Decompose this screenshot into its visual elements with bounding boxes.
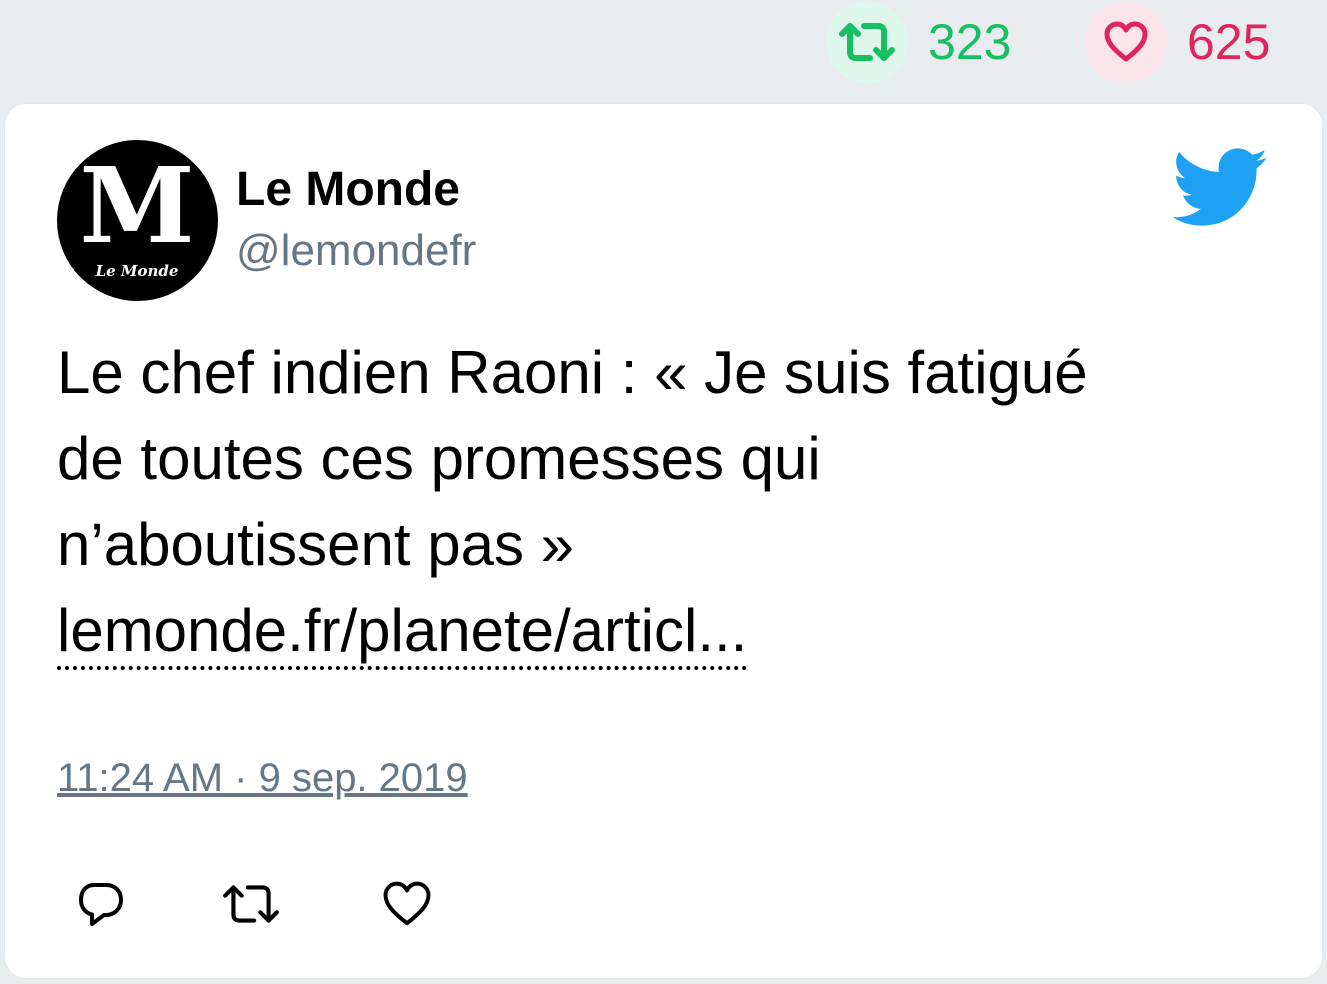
retweet-icon (223, 885, 279, 923)
tweet-actions (57, 874, 557, 934)
heart-icon (1085, 1, 1167, 83)
tweet-text-line: n’aboutissent pas » (57, 511, 575, 578)
svg-text:M: M (79, 144, 194, 267)
tweet-card: M Le Monde Le Monde @lemondefr Le chef i… (4, 103, 1323, 979)
reply-icon (79, 883, 123, 926)
like-count: 625 (1187, 14, 1271, 70)
tweet-timestamp[interactable]: 11:24 AM · 9 sep. 2019 (57, 756, 468, 801)
retweet-count: 323 (928, 14, 1012, 70)
retweet-stat[interactable]: 323 (826, 0, 1011, 84)
tweet-text-line: Le chef indien Raoni : « Je suis fatigué (57, 339, 1088, 406)
like-button[interactable] (377, 874, 437, 934)
le-monde-logo-icon: M Le Monde (79, 144, 194, 280)
like-stat[interactable]: 625 (1085, 0, 1270, 84)
author-handle[interactable]: @lemondefr (236, 226, 476, 276)
avatar[interactable]: M Le Monde (57, 140, 218, 301)
engagement-stats-bar: 323 625 (0, 0, 1327, 100)
svg-text:Le Monde: Le Monde (95, 262, 179, 280)
retweet-icon (826, 1, 908, 83)
author-name[interactable]: Le Monde (236, 162, 460, 217)
article-link[interactable]: lemonde.fr/planete/articl... (57, 596, 748, 670)
tweet-text-line: de toutes ces promesses qui (57, 425, 821, 492)
heart-icon (383, 881, 431, 926)
retweet-button[interactable] (221, 874, 281, 934)
twitter-bird-icon[interactable] (1172, 148, 1269, 228)
tweet-text: Le chef indien Raoni : « Je suis fatigué… (57, 330, 1257, 674)
reply-button[interactable] (71, 874, 131, 934)
